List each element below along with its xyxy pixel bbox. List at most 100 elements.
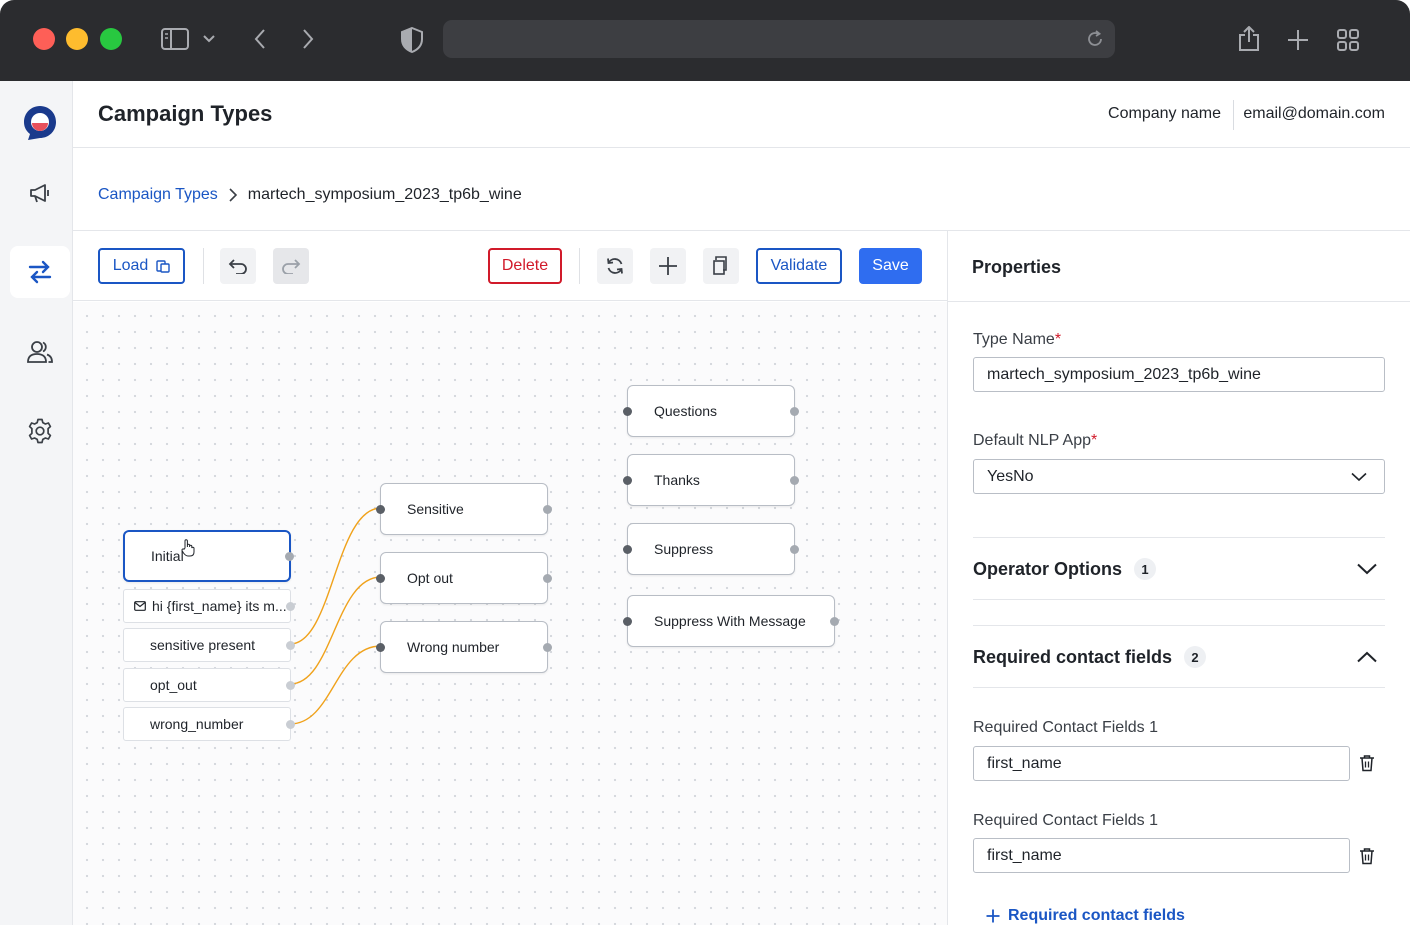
- user-email[interactable]: email@domain.com: [1243, 105, 1385, 123]
- node-output-port[interactable]: [285, 551, 294, 561]
- node-input-port[interactable]: [376, 642, 385, 652]
- chevron-down-icon: [1357, 563, 1377, 575]
- browser-toolbar: [0, 0, 1410, 81]
- refresh-button[interactable]: [597, 248, 633, 284]
- node-message-text: hi {first_name} its m...: [152, 598, 287, 614]
- breadcrumb-link-campaign-types[interactable]: Campaign Types: [98, 186, 218, 204]
- node-output-port[interactable]: [286, 680, 295, 690]
- node-sensitive[interactable]: Sensitive: [376, 483, 552, 535]
- close-window-button[interactable]: [33, 28, 55, 50]
- node-label: Opt out: [407, 570, 453, 586]
- nlp-app-select[interactable]: YesNo: [973, 459, 1385, 494]
- add-node-button[interactable]: [650, 248, 686, 284]
- tab-overview-icon[interactable]: [1336, 28, 1360, 52]
- node-input-port[interactable]: [623, 475, 632, 485]
- app-window: Campaign Types Company name email@domain…: [0, 0, 1410, 925]
- node-questions[interactable]: Questions: [623, 385, 799, 437]
- node-opt-out[interactable]: Opt out: [376, 552, 552, 604]
- users-icon[interactable]: [10, 326, 70, 378]
- node-output-port[interactable]: [286, 719, 295, 729]
- privacy-shield-icon[interactable]: [400, 26, 424, 54]
- trash-icon[interactable]: [1359, 754, 1377, 772]
- new-tab-icon[interactable]: [1286, 28, 1310, 52]
- section-title: Operator Options: [973, 558, 1123, 579]
- company-name[interactable]: Company name: [1108, 105, 1221, 123]
- properties-panel: Properties Type Name* Default NLP App* Y…: [947, 231, 1410, 925]
- flow-switch-icon[interactable]: [10, 246, 70, 298]
- node-output-port[interactable]: [790, 475, 799, 485]
- node-label: Sensitive: [407, 501, 464, 517]
- page-header: Campaign Types Company name email@domain…: [73, 81, 1410, 148]
- output-wrong-number[interactable]: wrong_number: [123, 707, 295, 741]
- node-label: Initial: [151, 548, 184, 564]
- chevron-up-icon: [1357, 651, 1377, 663]
- node-output-port[interactable]: [286, 640, 295, 650]
- node-output-port[interactable]: [543, 642, 552, 652]
- trash-icon[interactable]: [1359, 847, 1377, 865]
- node-message[interactable]: hi {first_name} its m...: [123, 589, 295, 623]
- count-badge: 1: [1134, 558, 1157, 580]
- node-output-port[interactable]: [543, 573, 552, 583]
- node-label: Questions: [654, 403, 718, 419]
- sidebar-toggle-icon[interactable]: [160, 28, 190, 50]
- forward-icon[interactable]: [298, 27, 318, 51]
- divider: [973, 599, 1385, 600]
- node-input-port[interactable]: [376, 504, 385, 514]
- flow-canvas[interactable]: Initial hi {first_name} its m... sensiti…: [73, 302, 947, 925]
- node-output-port[interactable]: [790, 406, 799, 416]
- undo-button[interactable]: [220, 248, 256, 284]
- output-opt-out[interactable]: opt_out: [123, 668, 295, 702]
- nlp-app-label: Default NLP App*: [973, 432, 1098, 449]
- edge-sensitive: [289, 507, 382, 645]
- node-suppress[interactable]: Suppress: [623, 523, 799, 575]
- node-input-port[interactable]: [623, 406, 632, 416]
- reload-icon[interactable]: [1085, 29, 1105, 49]
- node-output-port[interactable]: [543, 504, 552, 514]
- load-button[interactable]: Load: [98, 248, 185, 284]
- output-label: wrong_number: [150, 716, 244, 732]
- app-logo[interactable]: [10, 97, 70, 149]
- megaphone-icon[interactable]: [10, 167, 70, 219]
- chevron-right-icon: [228, 187, 238, 203]
- node-input-port[interactable]: [376, 573, 385, 583]
- add-link-label: Required contact fields: [1008, 907, 1185, 924]
- required-fields-toggle[interactable]: Required contact fields 2: [973, 626, 1385, 688]
- node-input-port[interactable]: [623, 616, 632, 626]
- plus-icon: [986, 909, 1000, 923]
- save-button[interactable]: Save: [859, 248, 922, 284]
- share-icon[interactable]: [1237, 25, 1261, 53]
- node-suppress-with-message[interactable]: Suppress With Message: [623, 595, 839, 647]
- required-field-input[interactable]: [973, 838, 1350, 873]
- back-icon[interactable]: [250, 27, 270, 51]
- redo-button[interactable]: [273, 248, 309, 284]
- clipboard-copy-icon: [156, 259, 170, 273]
- address-bar[interactable]: [443, 20, 1115, 58]
- node-wrong-number[interactable]: Wrong number: [376, 621, 552, 673]
- node-label: Wrong number: [407, 639, 500, 655]
- add-required-field-link[interactable]: Required contact fields: [986, 907, 1185, 925]
- required-field-input[interactable]: [973, 746, 1350, 781]
- node-input-port[interactable]: [623, 544, 632, 554]
- maximize-window-button[interactable]: [100, 28, 122, 50]
- refresh-icon: [605, 256, 625, 276]
- type-name-input[interactable]: [973, 357, 1385, 392]
- minimize-window-button[interactable]: [66, 28, 88, 50]
- validate-button[interactable]: Validate: [756, 248, 842, 284]
- chevron-down-icon[interactable]: [200, 32, 218, 46]
- operator-options-toggle[interactable]: Operator Options 1: [973, 538, 1385, 600]
- node-initial[interactable]: Initial: [123, 530, 294, 582]
- output-label: sensitive present: [150, 637, 256, 653]
- output-sensitive-present[interactable]: sensitive present: [123, 628, 295, 662]
- node-thanks[interactable]: Thanks: [623, 454, 799, 506]
- divider: [973, 687, 1385, 688]
- edge-opt-out: [289, 576, 382, 685]
- type-name-label: Type Name*: [973, 331, 1062, 348]
- node-output-port[interactable]: [830, 616, 839, 626]
- hand-pointer-icon: [181, 539, 195, 557]
- gear-icon[interactable]: [10, 405, 70, 457]
- delete-button[interactable]: Delete: [488, 248, 562, 284]
- node-output-port[interactable]: [790, 544, 799, 554]
- duplicate-button[interactable]: [703, 248, 739, 284]
- node-label: Suppress With Message: [654, 613, 806, 629]
- node-output-port[interactable]: [286, 601, 295, 611]
